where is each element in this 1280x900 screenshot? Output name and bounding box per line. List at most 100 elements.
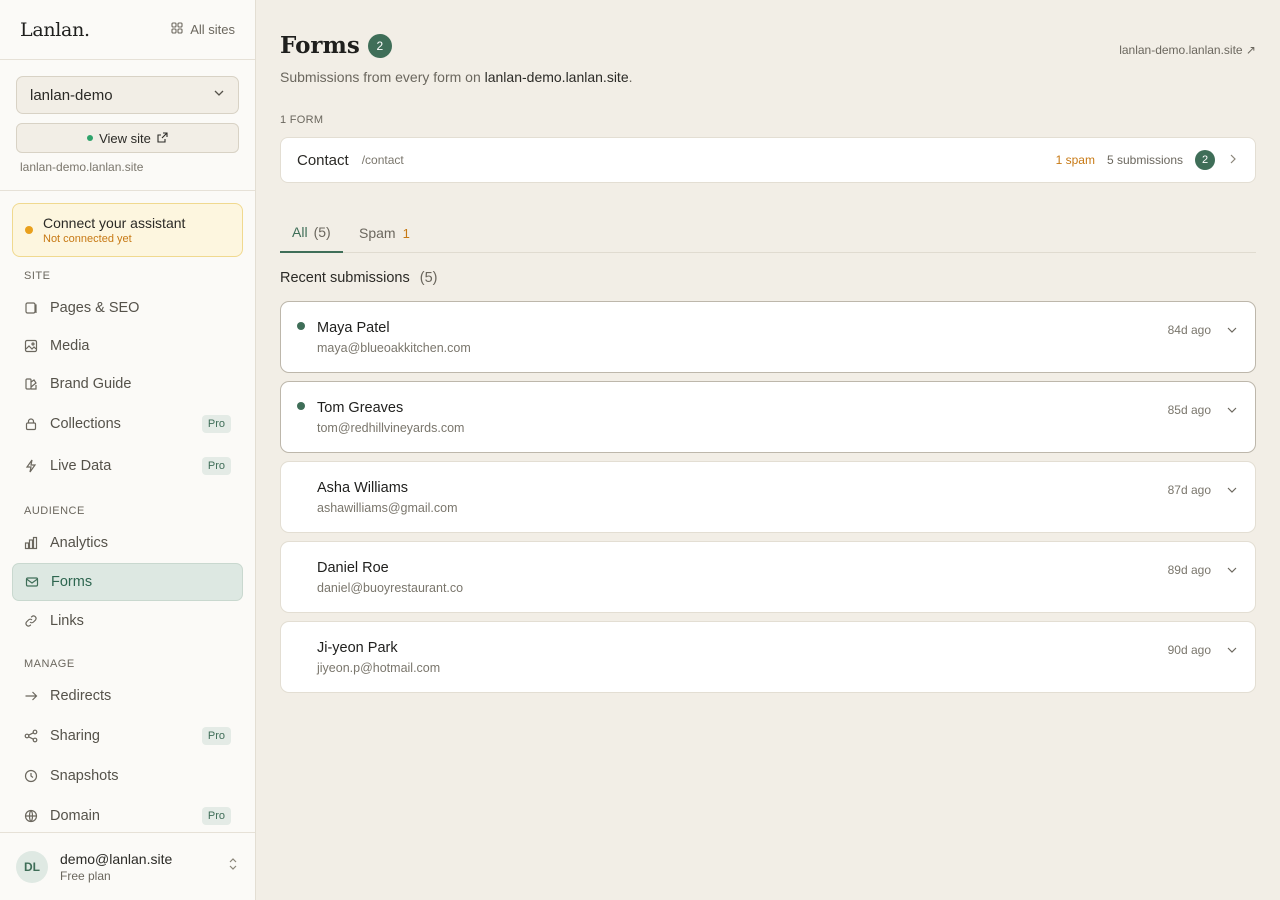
submission-row[interactable]: Maya Patel maya@blueoakkitchen.com 84d ago	[280, 301, 1256, 373]
sidebar-item-label: Links	[50, 613, 84, 629]
form-spam-count: 1 spam	[1055, 153, 1095, 167]
sidebar-item-label: Analytics	[50, 535, 109, 551]
sidebar-item-label: Snapshots	[50, 768, 119, 784]
sidebar-header: Lanlan. All sites	[0, 0, 255, 60]
chevron-down-icon[interactable]	[1225, 323, 1239, 337]
page-title: Forms	[280, 32, 360, 59]
sidebar-item-domain[interactable]: Domain Pro	[12, 797, 243, 835]
sidebar-item-label: Brand Guide	[50, 376, 132, 392]
pro-badge: Pro	[201, 807, 231, 825]
sidebar-item-forms[interactable]: Forms	[12, 563, 243, 601]
submission-row[interactable]: Tom Greaves tom@redhillvineyards.com 85d a…	[280, 381, 1256, 453]
sidebar-item-links[interactable]: Links	[12, 602, 243, 640]
arrow-right-icon	[24, 689, 38, 703]
sidebar-item-label: Media	[50, 338, 90, 354]
tab-all[interactable]: All (5)	[280, 213, 343, 253]
submission-row[interactable]: Asha Williams ashawilliams@gmail.com 87d a…	[280, 461, 1256, 533]
submission-name: Tom Greaves	[317, 400, 404, 416]
sidebar-item-media[interactable]: Media	[12, 327, 243, 365]
view-site-button[interactable]: View site	[16, 123, 239, 153]
submission-email: jiyeon.p@hotmail.com	[317, 661, 441, 675]
live-status-dot	[87, 135, 94, 141]
sidebar-item-label: Forms	[51, 574, 93, 590]
user-menu[interactable]: DL demo@lanlan.site Free plan	[0, 832, 255, 900]
sidebar-item-label: Sharing	[50, 728, 100, 744]
sidebar-item-label: Domain	[50, 808, 100, 824]
logo[interactable]: Lanlan.	[20, 19, 90, 41]
all-sites-link[interactable]: All sites	[171, 22, 235, 37]
mail-icon	[25, 575, 39, 589]
unread-dot	[297, 322, 305, 330]
palette-icon	[24, 377, 38, 391]
form-card-contact[interactable]: Contact /contact 1 spam 5 submissions 2	[280, 137, 1256, 183]
site-select[interactable]: lanlan-demo	[16, 76, 239, 114]
sidebar-item-analytics[interactable]: Analytics	[12, 524, 243, 562]
submission-row[interactable]: Ji-yeon Park jiyeon.p@hotmail.com 90d ago	[280, 621, 1256, 693]
sidebar-item-snapshots[interactable]: Snapshots	[12, 757, 243, 795]
sidebar: Lanlan. All sites lanlan-demo View site	[0, 0, 256, 900]
submission-row[interactable]: Daniel Roe daniel@buoyrestaurant.co 89d ag…	[280, 541, 1256, 613]
external-link-icon	[157, 131, 168, 146]
tab-count: 1	[402, 225, 410, 241]
subtitle-suffix: .	[628, 69, 633, 85]
submission-name: Maya Patel	[317, 320, 390, 336]
form-path: /contact	[361, 153, 404, 167]
form-name: Contact	[297, 151, 349, 169]
assistant-title: Connect your assistant	[43, 215, 186, 231]
chevron-up-down-icon	[227, 857, 239, 876]
link-icon	[24, 614, 38, 628]
subtitle-site: lanlan-demo.lanlan.site	[484, 69, 629, 85]
chevron-down-icon[interactable]	[1225, 403, 1239, 417]
submission-time: 87d ago	[1167, 483, 1211, 497]
sidebar-item-redirects[interactable]: Redirects	[12, 677, 243, 715]
form-unread-badge: 2	[1195, 150, 1215, 170]
page-icon	[24, 301, 38, 315]
sidebar-item-live-data[interactable]: Live Data Pro	[12, 447, 243, 485]
submission-email: tom@redhillvineyards.com	[317, 421, 465, 435]
pro-badge: Pro	[201, 415, 231, 433]
grid-icon	[171, 22, 183, 37]
clock-icon	[24, 769, 38, 783]
all-sites-label: All sites	[190, 22, 235, 37]
submission-time: 85d ago	[1167, 403, 1211, 417]
assistant-status: Not connected yet	[43, 233, 132, 245]
lightning-icon	[24, 459, 38, 473]
bar-chart-icon	[24, 536, 38, 550]
submission-name: Asha Williams	[317, 480, 409, 496]
tab-spam[interactable]: Spam 1	[359, 213, 410, 253]
chevron-down-icon[interactable]	[1225, 643, 1239, 657]
submission-name: Ji-yeon Park	[317, 640, 398, 656]
recent-count: (5)	[419, 270, 438, 286]
chevron-right-icon	[1227, 153, 1239, 168]
pro-badge: Pro	[201, 457, 231, 475]
chevron-down-icon[interactable]	[1225, 563, 1239, 577]
submission-time: 90d ago	[1167, 643, 1211, 657]
unread-dot	[297, 402, 305, 410]
sidebar-item-label: Pages & SEO	[50, 300, 140, 316]
forms-count-label: 1 FORM	[280, 114, 324, 126]
page-header: Forms 2	[280, 32, 392, 59]
submission-tabs: All (5) Spam 1	[280, 213, 1256, 253]
user-email: demo@lanlan.site	[60, 850, 173, 867]
subtitle-text: Submissions from every form on	[280, 69, 481, 85]
sidebar-item-label: Collections	[50, 416, 121, 432]
avatar: DL	[16, 850, 48, 883]
sidebar-item-collections[interactable]: Collections Pro	[12, 405, 243, 443]
tab-label: Spam	[359, 225, 396, 241]
site-external-link[interactable]: lanlan-demo.lanlan.site ↗	[1119, 43, 1256, 57]
chevron-down-icon	[212, 86, 226, 104]
submission-email: daniel@buoyrestaurant.co	[317, 581, 464, 595]
recent-title: Recent submissions	[280, 270, 410, 286]
submission-email: maya@blueoakkitchen.com	[317, 341, 471, 355]
pro-badge: Pro	[201, 727, 231, 745]
user-plan: Free plan	[60, 868, 111, 883]
connect-assistant-card[interactable]: Connect your assistant Not connected yet	[12, 203, 243, 257]
view-site-label: View site	[99, 130, 151, 146]
submission-time: 84d ago	[1167, 323, 1211, 337]
sidebar-item-sharing[interactable]: Sharing Pro	[12, 717, 243, 755]
sidebar-item-pages[interactable]: Pages & SEO	[12, 289, 243, 327]
page-subtitle: Submissions from every form on lanlan-de…	[280, 69, 633, 85]
globe-icon	[24, 809, 38, 823]
sidebar-item-brand-guide[interactable]: Brand Guide	[12, 365, 243, 403]
chevron-down-icon[interactable]	[1225, 483, 1239, 497]
